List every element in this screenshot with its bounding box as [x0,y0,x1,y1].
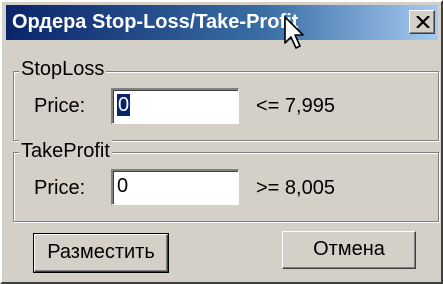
cancel-button[interactable]: Отмена [282,231,416,269]
close-x-icon [416,16,430,28]
place-order-button[interactable]: Разместить [34,234,168,272]
title-bar[interactable]: Ордера Stop-Loss/Take-Profit [6,5,438,40]
takeprofit-price-value: 0 [117,175,129,197]
takeprofit-price-label: Price: [34,177,86,199]
stoploss-price-label: Price: [34,95,86,117]
stoploss-price-value: 0 [117,94,131,116]
takeprofit-price-input[interactable]: 0 [111,169,239,205]
order-dialog: Ордера Stop-Loss/Take-Profit StopLoss Pr… [0,0,443,284]
takeprofit-group-label: TakeProfit [19,140,112,162]
mouse-pointer-icon [284,16,310,57]
stoploss-group-label: StopLoss [19,58,107,80]
close-button[interactable] [409,10,435,34]
stoploss-limit-text: <= 7,995 [256,95,335,117]
window-title: Ордера Stop-Loss/Take-Profit [12,11,299,33]
takeprofit-limit-text: >= 8,005 [256,177,335,199]
stoploss-price-input[interactable]: 0 [111,88,239,124]
